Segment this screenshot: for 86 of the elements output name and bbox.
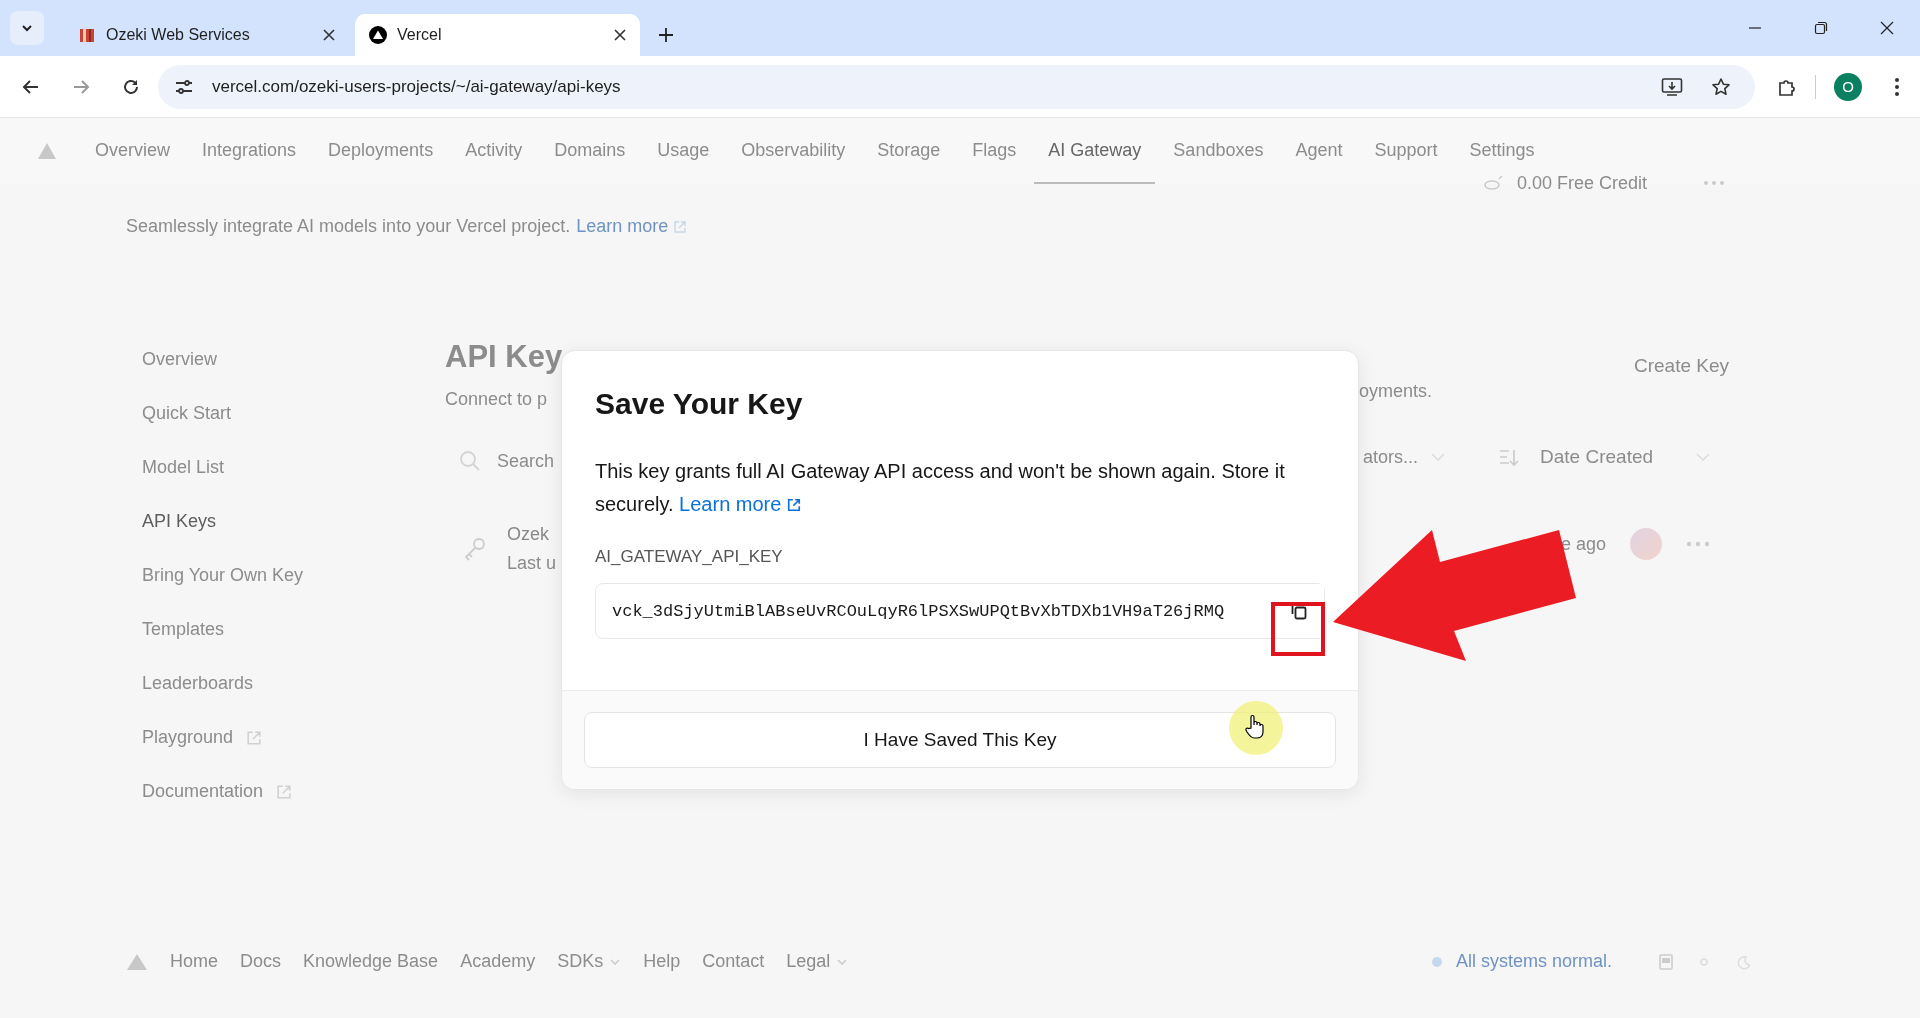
install-app-icon[interactable] (1661, 76, 1683, 97)
back-icon[interactable] (22, 77, 40, 96)
chevron-down-icon (1430, 452, 1447, 462)
sidebar-item[interactable]: Documentation (142, 781, 264, 802)
triangle-logo-icon (369, 26, 387, 44)
status-dot-icon (1431, 956, 1442, 967)
filter-dropdown[interactable]: ators... (1363, 446, 1419, 468)
nav-tab[interactable]: Agent (1281, 118, 1357, 184)
highlight-frame (1271, 602, 1325, 656)
nav-tab[interactable]: Sandboxes (1159, 118, 1278, 184)
search-field[interactable]: Search (497, 450, 555, 472)
search-icon (459, 450, 481, 472)
external-link-icon (786, 498, 801, 512)
key-last-used: Last u (507, 553, 557, 574)
learn-more-link[interactable]: Learn more (679, 493, 782, 515)
nav-tab[interactable]: Usage (643, 118, 724, 184)
nav-tab[interactable]: Observability (727, 118, 860, 184)
footer-link[interactable]: Legal (786, 951, 831, 972)
page-description: Connect to p (445, 389, 549, 410)
dialog-message: This key grants full AI Gateway API access and won't be shown again. Store it securely. Learn more (595, 459, 1286, 517)
footer-link[interactable]: Academy (460, 951, 536, 972)
close-icon[interactable] (1880, 21, 1894, 35)
close-icon[interactable] (323, 29, 335, 41)
external-link-icon (674, 220, 687, 233)
nav-tab[interactable]: Activity (451, 118, 537, 184)
reload-icon[interactable] (122, 77, 140, 96)
sidebar-item[interactable]: Templates (142, 619, 225, 640)
sidebar-item[interactable]: Bring Your Own Key (142, 565, 304, 586)
sidebar-item[interactable]: Quick Start (142, 403, 232, 424)
footer-link[interactable]: Contact (702, 951, 765, 972)
url-text: vercel.com/ozeki-users-projects/~/ai-gateway/api-keys (212, 76, 621, 97)
box-icon (78, 26, 96, 44)
system-status[interactable]: All systems normal. (1455, 951, 1612, 972)
menu-icon[interactable] (1894, 76, 1900, 97)
tab-title: Vercel (397, 26, 443, 44)
browser-tab[interactable]: Vercel (355, 14, 640, 56)
chevron-down-icon (609, 957, 622, 966)
sidebar-item[interactable]: Overview (142, 349, 217, 370)
hand-cursor-icon (1245, 714, 1265, 740)
site-settings-icon[interactable] (174, 77, 194, 96)
sort-dropdown[interactable]: Date Created (1540, 446, 1654, 468)
chevron-down-icon (1695, 452, 1712, 462)
forward-icon[interactable] (72, 77, 90, 96)
api-key-field[interactable]: vck_3dSjyUtmiBlABseUvRCOuLqyR6lPSXSwUPQtBvXbTDXb1VH9aT26jRMQ (595, 583, 1325, 639)
key-icon (463, 536, 487, 562)
nav-tab[interactable]: Integrations (188, 118, 311, 184)
address-bar[interactable]: vercel.com/ozeki-users-projects/~/ai-gateway/api-keys (158, 64, 1755, 109)
credit-balance: 0.00 Free Credit (1516, 172, 1647, 194)
nav-tab[interactable]: Domains (540, 118, 640, 184)
page-subtitle: Seamlessly integrate AI models into your Vercel project. (126, 216, 571, 237)
external-link-icon (247, 730, 262, 745)
page-description: oyments. (1359, 381, 1434, 402)
create-key-button[interactable]: Create Key (1633, 355, 1729, 377)
footer-link[interactable]: Help (643, 951, 681, 972)
footer-link[interactable]: Docs (240, 951, 282, 972)
footer-link[interactable]: Home (170, 951, 218, 972)
tab-list-button[interactable] (10, 11, 44, 45)
browser-tab[interactable]: Ozeki Web Services (64, 14, 349, 56)
sidebar-item[interactable]: API Keys (142, 511, 217, 532)
nav-tab[interactable]: Support (1360, 118, 1452, 184)
sidebar-item[interactable]: Model List (142, 457, 225, 478)
tab-title: Ozeki Web Services (106, 26, 251, 44)
dialog-title: Save Your Key (595, 387, 804, 421)
key-name: Ozek (507, 524, 550, 545)
sidebar-item[interactable]: Playground (142, 727, 234, 748)
user-avatar (1630, 528, 1663, 560)
coins-icon (1482, 174, 1505, 192)
footer-link[interactable]: Knowledge Base (303, 951, 439, 972)
restore-icon[interactable] (1814, 21, 1828, 35)
close-icon[interactable] (614, 29, 626, 41)
field-label: AI_GATEWAY_API_KEY (595, 547, 784, 567)
nav-tab[interactable]: Overview (81, 118, 184, 184)
nav-tab[interactable]: Storage (863, 118, 955, 184)
confirm-button[interactable]: I Have Saved This Key (584, 712, 1336, 768)
nav-tab[interactable]: Deployments (314, 118, 448, 184)
new-tab-icon[interactable] (658, 27, 674, 43)
profile-avatar[interactable]: O (1834, 72, 1862, 101)
nav-tab[interactable]: AI Gateway (1034, 118, 1156, 184)
star-icon[interactable] (1711, 76, 1731, 97)
chevron-down-icon (836, 957, 849, 966)
page-heading: API Key (445, 339, 561, 375)
external-link-icon (277, 784, 292, 799)
sidebar-item[interactable]: Leaderboards (142, 673, 254, 694)
nav-tab[interactable]: Flags (958, 118, 1031, 184)
learn-more-link[interactable]: Learn more (576, 216, 669, 237)
footer-link[interactable]: SDKs (557, 951, 604, 972)
